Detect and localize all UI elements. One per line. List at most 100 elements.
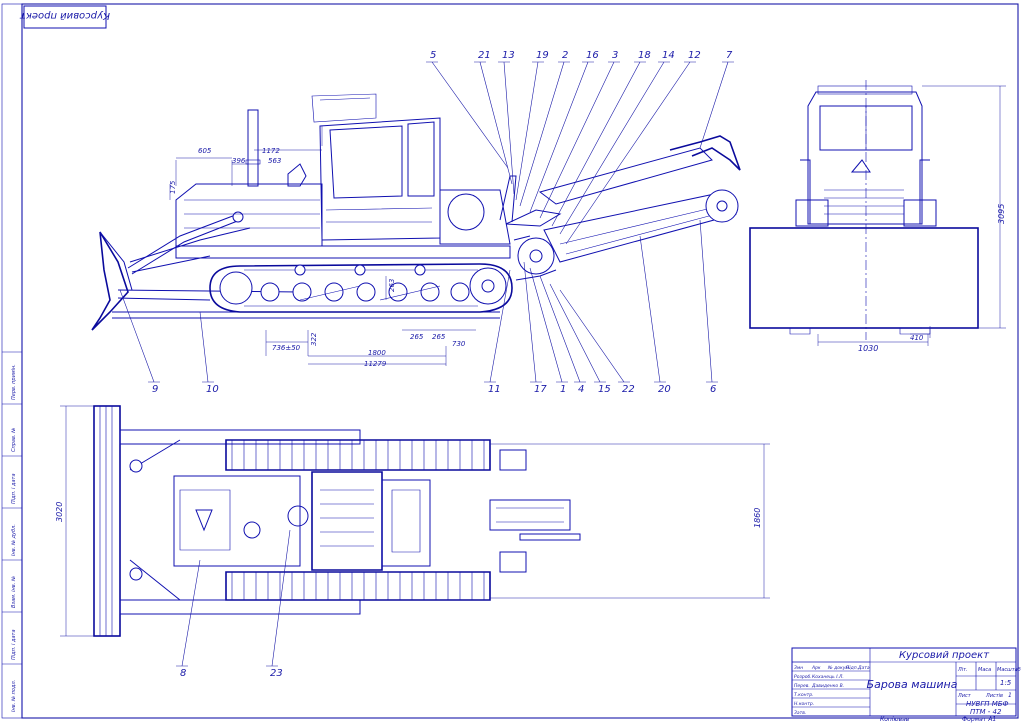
callout-number: 2 (562, 50, 568, 61)
sheet-frame (21, 3, 1019, 719)
front-blade (749, 227, 979, 329)
callout-number: 14 (662, 50, 675, 61)
callout-leader (529, 267, 568, 383)
track-roller (356, 282, 376, 302)
callout-number: 15 (598, 384, 611, 395)
title-block-cell: Дата (857, 665, 870, 671)
callout-leader (699, 61, 734, 149)
exhaust-stack (247, 109, 259, 187)
idler-wheel (219, 271, 253, 305)
plan-push-arms (119, 429, 361, 615)
carrier-roller (414, 264, 426, 276)
dim-track-width: 1860 (753, 508, 762, 528)
dim-roller-gap: 263 (388, 279, 396, 292)
callout-number: 22 (622, 384, 635, 395)
stamp-box: Курсовий проект (19, 5, 110, 29)
track-roller (260, 282, 280, 302)
title-block-cell: Давиденко В. (811, 683, 844, 689)
callout-number: 17 (534, 384, 547, 395)
drawing-sheet: Інв. № подл. Підп. і дата Взам. інв. № Інв.… (1, 3, 1021, 723)
callout-number: 19 (536, 50, 549, 61)
plan-view: 3020 1860 8 23 (55, 405, 770, 679)
dim-blade-width: 3020 (55, 502, 64, 522)
lit-label: Літ. (957, 667, 968, 673)
dim-roller-b: 265 (410, 333, 424, 341)
callout-leader (498, 61, 515, 195)
dim-stack-to-cab: 1172 (262, 147, 280, 155)
callouts-top: 5 21 13 19 2 16 3 18 14 12 7 (426, 50, 734, 245)
callout-number: 18 (638, 50, 651, 61)
org-line-2: ПТМ - 42 (970, 708, 1002, 716)
callout-leader (549, 283, 606, 383)
dim-track-step: 322 (310, 332, 318, 346)
dim-front-width: 1030 (858, 344, 878, 353)
track-roller (420, 282, 440, 302)
dim-front-offset: 410 (910, 334, 924, 342)
title-block-cell: Арк (811, 665, 821, 671)
title-block-cell: Розроб. (794, 674, 812, 680)
side-strip-label: Взам. інв. № (11, 576, 17, 608)
side-strip-label: Інв. № подл. (11, 680, 17, 712)
callout-number: 4 (578, 384, 584, 395)
front-view: 3095 1030 410 (749, 80, 1006, 353)
callouts-plan: 8 23 (176, 529, 291, 679)
callout-leader (559, 289, 630, 383)
callout-number: 10 (206, 384, 219, 395)
mass-label: Маса (978, 667, 991, 673)
dim-stack-offset: 563 (268, 157, 281, 165)
side-strip-label: Перв. примін. (11, 364, 17, 400)
callout-leader (565, 61, 696, 245)
callout-leader (515, 61, 544, 201)
carrier-roller (294, 264, 306, 276)
callout-leader (176, 559, 201, 667)
callout-leader (199, 311, 214, 383)
title-block-cell: Затв. (794, 710, 806, 716)
title-block-rows: Змн Арк № докум.Підп. ДатаРозроб. Коханець І… (792, 661, 870, 716)
dim-roller-c: 265 (432, 333, 446, 341)
cab-windows (329, 121, 435, 199)
dozer-blade (91, 231, 129, 331)
drawing-title: Барова машина (867, 678, 958, 691)
sheets-label: Листів (985, 693, 1003, 699)
side-dimensions (169, 112, 476, 366)
callout-leader (539, 61, 620, 219)
callout-number: 3 (612, 50, 618, 61)
scale-label: Масштаб (997, 667, 1021, 673)
side-strip-label: Підп. і дата (11, 473, 17, 504)
sheet-label: Лист (957, 693, 972, 699)
side-strip: Інв. № подл. Підп. і дата Взам. інв. № Інв.… (2, 351, 22, 712)
title-block-cell: Т.контр. (794, 692, 814, 698)
fuel-tank (447, 193, 485, 231)
lift-strut (499, 175, 517, 223)
plan-engine (173, 475, 301, 567)
carrier-roller (354, 264, 366, 276)
side-strip-frame (1, 3, 23, 719)
callout-number: 9 (152, 384, 158, 395)
plan-blade (93, 405, 121, 637)
stamp-text: Курсовий проект (19, 10, 110, 21)
callout-number: 11 (488, 384, 501, 395)
side-strip-label: Справ. № (11, 428, 17, 452)
bar-end-sprocket (705, 189, 739, 223)
side-strip-label: Підп. і дата (11, 629, 17, 660)
title-block: Змн Арк № докум.Підп. ДатаРозроб. Коханець І… (791, 647, 1021, 717)
callout-leader (519, 61, 570, 207)
track-rollers (260, 264, 470, 302)
bar-drive-sprocket (517, 237, 555, 275)
copied-label: Копіював (880, 716, 910, 723)
front-cab (807, 91, 923, 225)
side-strip-label: Інв. № дубл. (11, 524, 17, 556)
plan-tracks (225, 439, 491, 601)
callout-leader (523, 261, 542, 383)
callout-number: 16 (586, 50, 599, 61)
callout-number: 12 (688, 50, 701, 61)
callout-leader (119, 289, 160, 383)
callout-number: 21 (478, 50, 491, 61)
callout-leader (699, 219, 718, 383)
callout-number: 8 (180, 668, 186, 679)
dim-gap: 396 (232, 157, 246, 165)
plan-trench-bar (489, 499, 571, 531)
title-block-cell: Змн (794, 665, 803, 671)
side-view: 605 396 1172 563 175 736±50 322 1800 112… (91, 50, 741, 395)
dim-front-height: 3095 (997, 204, 1006, 224)
